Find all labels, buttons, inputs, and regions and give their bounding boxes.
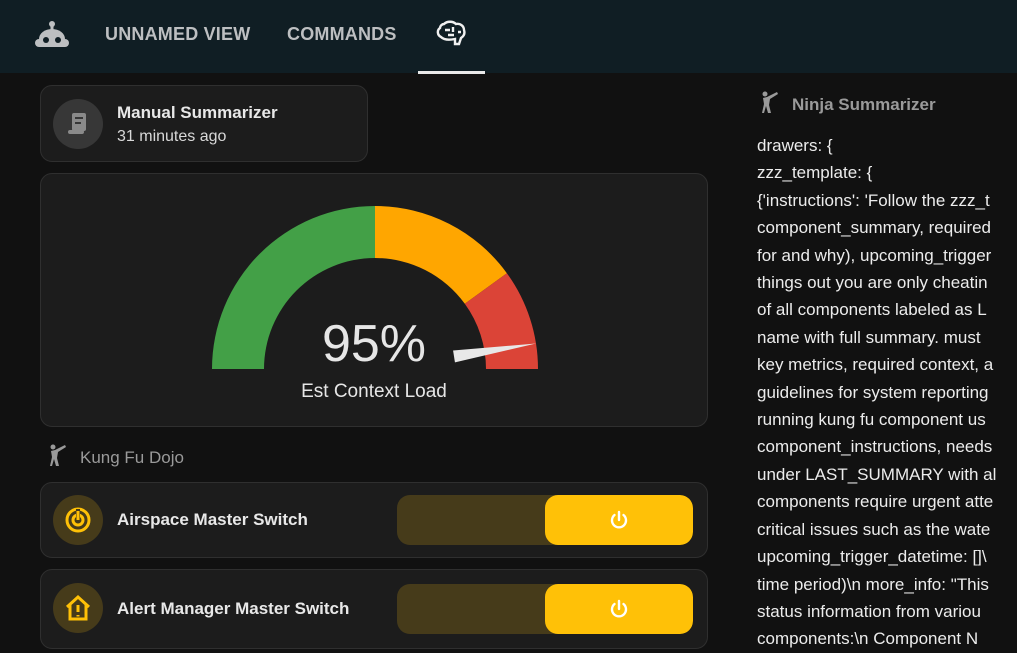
card-subtitle: 31 minutes ago (117, 128, 227, 145)
switch-name: Alert Manager Master Switch (117, 599, 350, 618)
section-title: Ninja Summarizer (792, 94, 936, 114)
switch-name: Airspace Master Switch (117, 510, 308, 529)
robot-icon[interactable] (35, 21, 69, 56)
kung-fu-dojo-heading: Kung Fu Dojo (48, 444, 184, 471)
manual-summarizer-card[interactable]: Manual Summarizer 31 minutes ago (40, 85, 368, 162)
summary-line: critical issues such as the wate (757, 519, 991, 539)
karate-icon (760, 91, 778, 118)
summary-line: component_summary, required (757, 218, 992, 238)
radar-icon (53, 495, 103, 545)
summary-line: guidelines for system reporting (757, 382, 989, 402)
airspace-toggle[interactable] (397, 495, 693, 545)
alert-manager-switch-row: Alert Manager Master Switch (40, 569, 708, 649)
summary-line: name with full summary. must (757, 327, 981, 347)
summary-line: time period)\n more_info: "This (757, 574, 989, 594)
script-icon (53, 99, 103, 149)
tab-unnamed-view[interactable]: UNNAMED VIEW (105, 24, 250, 45)
summary-line: components require urgent atte (757, 492, 994, 512)
summary-line: for and why), upcoming_trigger (757, 245, 992, 265)
active-tab-indicator (418, 71, 485, 74)
summary-line: under LAST_SUMMARY with al (757, 464, 997, 484)
gauge-value: 95% (321, 315, 427, 373)
summary-line: components:\n Component N (757, 629, 979, 649)
karate-icon (48, 444, 66, 471)
summary-line: status information from variou (757, 601, 981, 621)
tab-commands[interactable]: COMMANDS (287, 24, 397, 45)
top-nav-bar: UNNAMED VIEW COMMANDS (0, 0, 1017, 74)
context-load-gauge-card: 95% Est Context Load (40, 173, 708, 427)
summary-line: component_instructions, needs (757, 437, 993, 457)
gauge-label: Est Context Load (301, 381, 447, 402)
power-icon (545, 584, 693, 634)
summary-line: running kung fu component us (757, 410, 986, 430)
summary-line: things out you are only cheatin (757, 273, 988, 293)
summary-line: drawers: { (757, 136, 833, 155)
summary-line: {'instructions': 'Follow the zzz_t (757, 190, 990, 210)
section-title: Kung Fu Dojo (80, 447, 184, 467)
summary-line: key metrics, required context, a (757, 355, 994, 375)
card-title: Manual Summarizer (117, 103, 278, 122)
alert-manager-toggle[interactable] (397, 584, 693, 634)
power-icon (545, 495, 693, 545)
summary-line: upcoming_trigger_datetime: []\ (757, 547, 987, 567)
summary-line: of all components labeled as L (757, 300, 987, 320)
ninja-summary-text: drawers: { zzz_template: { {'instructions'… (757, 132, 1017, 653)
brain-icon[interactable] (436, 20, 466, 53)
summary-line: zzz_template: { (757, 163, 873, 183)
airspace-switch-row: Airspace Master Switch (40, 482, 708, 558)
ninja-summarizer-heading: Ninja Summarizer (760, 91, 936, 118)
home-alert-icon (53, 583, 103, 633)
